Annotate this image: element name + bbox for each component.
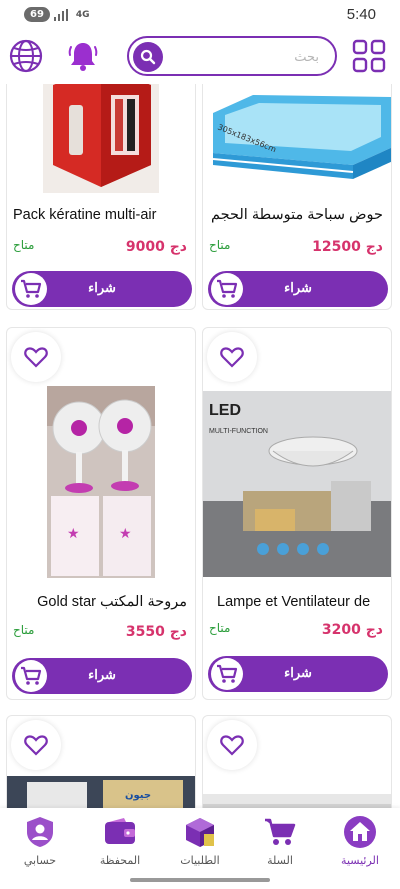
nav-wallet[interactable]: المحفظة (84, 814, 156, 867)
product-image: جيون (7, 776, 195, 808)
wallet-icon (102, 814, 138, 850)
account-icon (22, 814, 58, 850)
buy-button[interactable]: شراء (12, 271, 192, 307)
availability-label: متاح (13, 238, 35, 252)
search-input[interactable] (169, 46, 319, 68)
svg-text:★: ★ (67, 526, 80, 542)
bell-icon (68, 43, 98, 71)
grid-icon (352, 39, 386, 73)
status-bar: 69 4G 5:40 (0, 0, 400, 30)
product-price: 12500 دج (312, 239, 383, 255)
language-button[interactable] (9, 39, 43, 73)
search-button[interactable] (133, 42, 163, 72)
buy-button[interactable]: شراء (12, 658, 192, 694)
network-type: 4G (75, 9, 90, 20)
buy-label: شراء (284, 280, 312, 295)
product-title: Pack kératine multi-air (13, 207, 157, 223)
product-title: حوض سباحة متوسطة الحجم (210, 207, 383, 223)
heart-icon (24, 735, 48, 756)
gesture-bar[interactable] (130, 878, 270, 882)
search-bar (127, 36, 337, 76)
nav-cart[interactable]: السلة (244, 814, 316, 867)
top-bar (0, 30, 400, 84)
availability-label: متاح (209, 621, 231, 635)
clock: 5:40 (346, 6, 376, 23)
favorite-button[interactable] (11, 720, 61, 770)
product-card[interactable]: ★ ★ مروحة المكتب Gold star 3550 دج متاح … (6, 327, 196, 700)
svg-text:★: ★ (119, 526, 132, 542)
product-card[interactable]: جيون (6, 715, 196, 808)
heart-icon (220, 347, 244, 368)
notifications-button[interactable] (66, 39, 100, 73)
nav-label: حسابي (23, 854, 57, 867)
product-title: Lampe et Ventilateur de (217, 594, 371, 610)
nav-home[interactable]: الرئيسية (324, 814, 396, 867)
orders-icon (182, 814, 218, 850)
nav-orders[interactable]: الطلبيات (164, 814, 236, 867)
search-icon (140, 49, 156, 65)
product-image (203, 794, 391, 808)
nav-label: السلة (267, 854, 293, 867)
buy-label: شراء (284, 665, 312, 680)
buy-button[interactable]: شراء (208, 271, 388, 307)
favorite-button[interactable] (207, 720, 257, 770)
favorite-button[interactable] (11, 332, 61, 382)
buy-button[interactable]: شراء (208, 656, 388, 692)
product-grid: |||| Pack kératine multi-air 9000 دج متا… (0, 84, 400, 808)
home-icon (342, 814, 378, 850)
image-subcaption: MULTI-FUNCTION (209, 428, 268, 435)
image-caption: LED (209, 402, 241, 419)
product-card[interactable]: 305x183x56cm حوض سباحة متوسطة الحجم 1250… (202, 84, 392, 310)
heart-icon (220, 735, 244, 756)
product-image: LED MULTI-FUNCTION (203, 391, 391, 577)
product-card[interactable]: LED MULTI-FUNCTION Lampe et Ventilateur … (202, 327, 392, 700)
bottom-navigation: حسابي المحفظة الطلبيات السلة الرئيسية (0, 808, 400, 889)
product-price: 3200 دج (321, 622, 383, 638)
favorite-button[interactable] (207, 332, 257, 382)
categories-button[interactable] (352, 39, 386, 73)
availability-label: متاح (209, 238, 231, 252)
product-image: 305x183x56cm (203, 84, 391, 193)
nav-label: الرئيسية (341, 854, 379, 867)
product-card[interactable] (202, 715, 392, 808)
product-card[interactable]: |||| Pack kératine multi-air 9000 دج متا… (6, 84, 196, 310)
product-image: |||| (7, 84, 195, 193)
nav-label: المحفظة (99, 854, 141, 867)
nav-label: الطلبيات (180, 854, 220, 867)
image-caption: جيون (125, 790, 151, 801)
buy-label: شراء (88, 667, 116, 682)
battery-indicator: 69 (24, 7, 50, 22)
availability-label: متاح (13, 623, 35, 637)
heart-icon (24, 347, 48, 368)
product-price: 3550 دج (125, 624, 187, 640)
buy-label: شراء (88, 280, 116, 295)
globe-icon (9, 39, 43, 73)
signal-icon (53, 8, 68, 21)
product-title: مروحة المكتب Gold star (37, 594, 187, 610)
product-price: 9000 دج (125, 239, 187, 255)
cart-icon (262, 814, 298, 850)
nav-account[interactable]: حسابي (4, 814, 76, 867)
product-image: ★ ★ (7, 386, 195, 578)
